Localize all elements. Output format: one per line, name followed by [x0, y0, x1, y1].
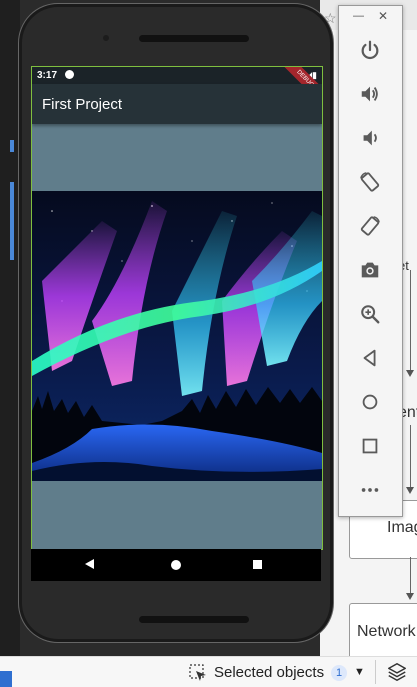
back-button[interactable] [353, 341, 387, 375]
chevron-down-icon[interactable]: ▼ [354, 666, 365, 678]
back-icon [363, 349, 376, 367]
notification-icon [65, 70, 74, 79]
home-icon [362, 394, 378, 410]
power-button[interactable] [353, 33, 387, 67]
app-title: First Project [42, 96, 123, 113]
connector-arrow [406, 593, 414, 600]
selection-cursor-icon[interactable] [188, 663, 208, 683]
diagram-node-label: Network [357, 623, 416, 640]
connector-arrow [406, 487, 414, 494]
android-nav-bar [31, 549, 321, 581]
status-divider [375, 660, 376, 684]
more-button[interactable] [353, 473, 387, 507]
volume-up-icon [361, 86, 378, 102]
minimize-button[interactable]: — [353, 10, 364, 22]
connector-line [410, 270, 411, 370]
volume-up-button[interactable] [353, 77, 387, 111]
status-time: 3:17 [37, 70, 58, 81]
selection-count-badge: 1 [331, 665, 347, 681]
rotate-right-button[interactable] [353, 209, 387, 243]
emulator-titlebar: — ✕ [339, 6, 402, 26]
diagram-node-label: Imag [387, 519, 417, 536]
rotate-right-icon [360, 216, 380, 236]
home-button[interactable] [353, 385, 387, 419]
emulator-controls-panel: — ✕ [338, 5, 403, 517]
phone-screen[interactable]: 3:17 ▼◢▮ DEBUG First Project [31, 66, 323, 550]
earpiece-speaker [139, 35, 249, 42]
zoom-icon [361, 305, 380, 324]
bottom-speaker [139, 616, 249, 623]
layers-icon[interactable] [386, 661, 408, 683]
ide-marker [10, 140, 14, 152]
selected-objects-label[interactable]: Selected objects [214, 664, 324, 681]
app-bar: First Project [32, 84, 322, 124]
screenshot-button[interactable] [353, 253, 387, 287]
nav-home-icon[interactable] [171, 560, 181, 570]
more-icon [361, 488, 379, 492]
aurora-image [32, 191, 322, 481]
system-status-bar: 3:17 ▼◢▮ [32, 67, 322, 84]
overview-icon [362, 438, 378, 454]
close-button[interactable]: ✕ [378, 9, 388, 23]
diagram-node-network[interactable]: Network [349, 603, 417, 662]
ide-marker [10, 182, 14, 260]
power-icon [361, 40, 379, 60]
nav-back-icon[interactable] [85, 559, 94, 569]
connector-arrow [406, 370, 414, 377]
rotate-left-icon [360, 172, 380, 192]
overview-button[interactable] [353, 429, 387, 463]
zoom-button[interactable] [353, 297, 387, 331]
nav-recents-icon[interactable] [253, 560, 262, 569]
ide-left-panel [0, 0, 20, 656]
connector-line [410, 425, 411, 487]
front-camera [103, 35, 109, 41]
volume-down-icon [363, 130, 377, 146]
camera-icon [361, 262, 379, 278]
status-indicator [0, 671, 12, 687]
volume-down-button[interactable] [353, 121, 387, 155]
connector-line [410, 557, 411, 593]
rotate-left-button[interactable] [353, 165, 387, 199]
